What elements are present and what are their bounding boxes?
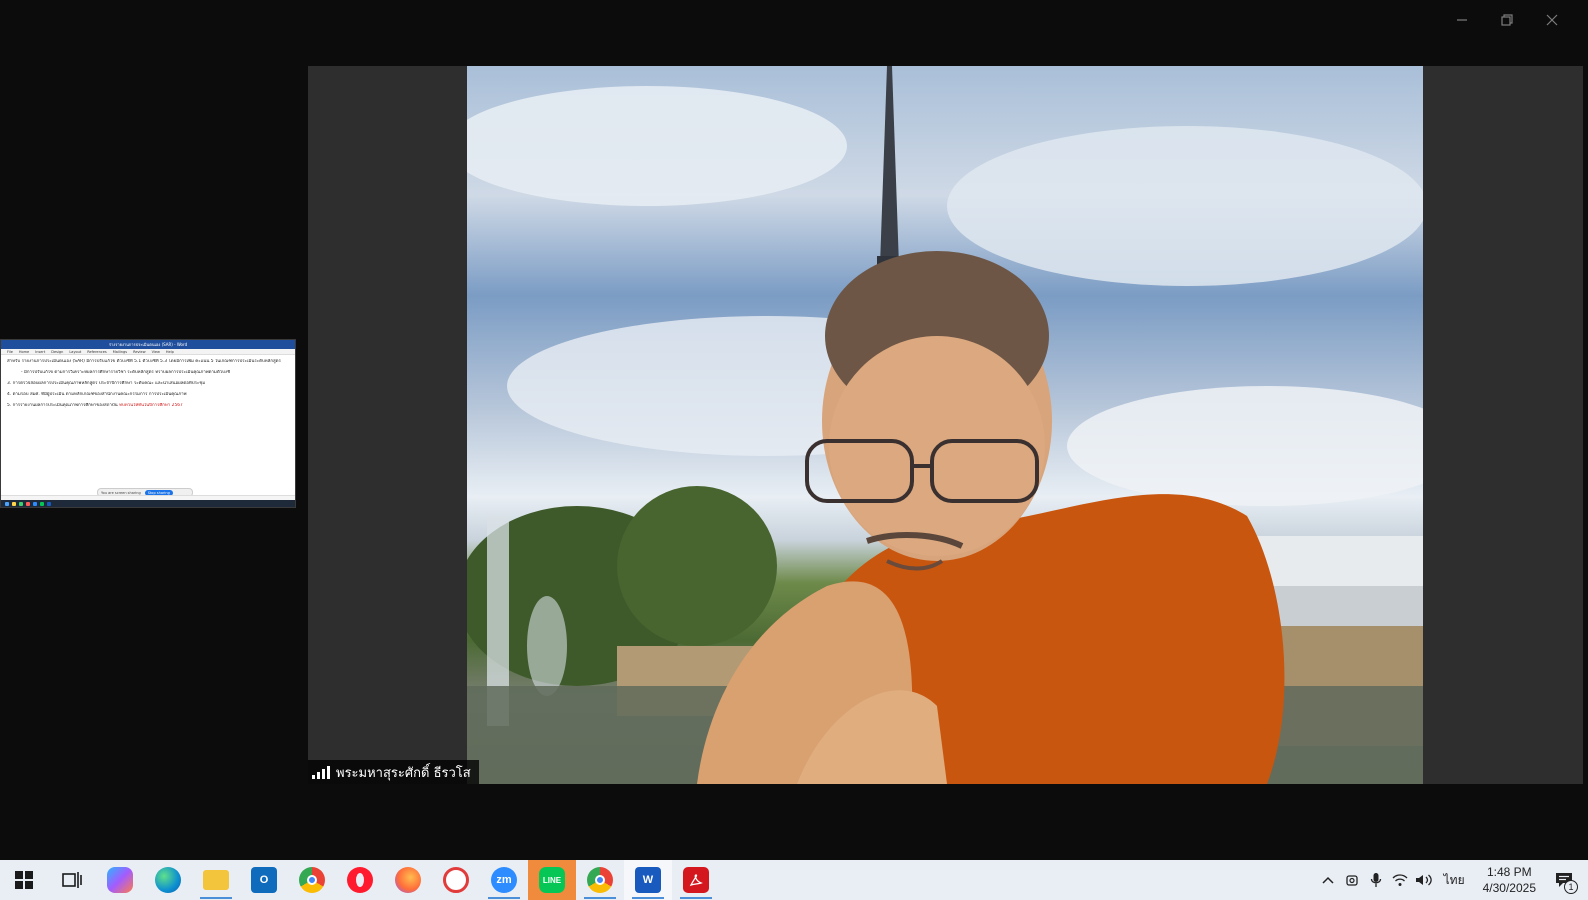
thumb-tab: Mailings	[112, 349, 128, 354]
active-speaker-stage[interactable]: พระมหาสุระศักดิ์ ธีรวโส	[308, 66, 1583, 784]
signal-strength-icon	[312, 765, 330, 779]
line-icon: LINE	[539, 867, 565, 893]
thumb-doc-line: 5. การรายงานผลการประเมินคุณภาพการศึกษาขอ…	[7, 403, 289, 409]
task-view-button[interactable]	[48, 860, 96, 900]
screen-share-thumbnail[interactable]: ร่างรายงานการประเมินตนเอง (SAR) - Word F…	[0, 339, 296, 508]
thumb-tab: Design	[51, 349, 64, 354]
taskbar-edge[interactable]	[144, 860, 192, 900]
windows-taskbar: O zm LINE W ไทย 1:48 PM 4/30/2025 1	[0, 860, 1588, 900]
tray-volume[interactable]	[1412, 860, 1436, 900]
thumb-share-text: You are screen sharing	[101, 490, 141, 495]
restore-button[interactable]	[1492, 8, 1522, 32]
taskbar-chrome-profile[interactable]	[576, 860, 624, 900]
copilot-icon	[107, 867, 133, 893]
taskbar-line[interactable]: LINE	[528, 860, 576, 900]
microphone-icon	[1370, 873, 1381, 887]
thumb-tab: Help	[165, 349, 174, 354]
thumb-tab: Insert	[35, 349, 46, 354]
task-view-icon	[62, 872, 82, 888]
video-frame-image	[467, 66, 1423, 784]
app-ring-icon	[443, 867, 469, 893]
close-icon	[1546, 14, 1558, 26]
taskbar-chrome[interactable]	[288, 860, 336, 900]
chrome-icon	[299, 867, 325, 893]
taskbar-outlook[interactable]: O	[240, 860, 288, 900]
taskbar-copilot[interactable]	[96, 860, 144, 900]
thumb-tab: References	[87, 349, 107, 354]
taskbar-zoom[interactable]: zm	[480, 860, 528, 900]
thumb-tab: Review	[133, 349, 146, 354]
tray-network[interactable]	[1388, 860, 1412, 900]
acrobat-icon	[683, 867, 709, 893]
clock-date: 4/30/2025	[1482, 881, 1536, 895]
wifi-icon	[1392, 874, 1408, 886]
participant-video	[467, 66, 1423, 784]
tray-microphone[interactable]	[1364, 860, 1388, 900]
thumb-doc-line: 3. การตรวจสอบผลการประเมินคุณภาพหลักสูตร …	[7, 381, 206, 386]
system-tray: ไทย 1:48 PM 4/30/2025 1	[1316, 860, 1588, 900]
thumb-doc-line: - มีการปรับแก้ไข ตามการวิเคราะห์ผลการศึก…	[21, 370, 231, 375]
minimize-button[interactable]	[1447, 8, 1477, 32]
thumb-doc-text: 5. การรายงานผลการประเมินคุณภาพการศึกษาขอ…	[7, 403, 118, 408]
word-icon: W	[635, 867, 661, 893]
app-root: พระมหาสุระศักดิ์ ธีรวโส ร่างรายงานการประ…	[0, 0, 1588, 900]
start-button[interactable]	[0, 860, 48, 900]
thumb-window-title: ร่างรายงานการประเมินตนเอง (SAR) - Word	[1, 340, 295, 349]
participant-name: พระมหาสุระศักดิ์ ธีรวโส	[336, 765, 471, 781]
zoom-icon: zm	[491, 867, 517, 893]
edge-icon	[155, 867, 181, 893]
input-language-indicator[interactable]: ไทย	[1436, 871, 1473, 890]
taskbar-red-app[interactable]	[432, 860, 480, 900]
folder-icon	[203, 870, 229, 890]
firefox-icon	[395, 867, 421, 893]
notification-count-badge: 1	[1564, 880, 1578, 894]
taskbar-word[interactable]: W	[624, 860, 672, 900]
taskbar-acrobat[interactable]	[672, 860, 720, 900]
close-button[interactable]	[1537, 8, 1567, 32]
chrome-profile-icon	[587, 867, 613, 893]
clock-time: 1:48 PM	[1486, 865, 1532, 879]
background-faint-text	[40, 853, 460, 859]
taskbar-firefox[interactable]	[384, 860, 432, 900]
restore-icon	[1501, 14, 1513, 26]
thumb-tab: File	[7, 349, 13, 354]
chevron-up-icon	[1322, 876, 1334, 884]
speaker-icon	[1415, 874, 1432, 886]
opera-icon	[347, 867, 373, 893]
show-hidden-icons-button[interactable]	[1316, 860, 1340, 900]
taskbar-file-explorer[interactable]	[192, 860, 240, 900]
minimize-icon	[1457, 19, 1467, 21]
outlook-icon: O	[251, 867, 277, 893]
tray-camera[interactable]	[1340, 860, 1364, 900]
camera-icon	[1345, 875, 1358, 886]
notification-center-button[interactable]: 1	[1546, 860, 1582, 900]
thumb-doc-line: 4. ตามรอบ สมศ. ที่มีผู้ประเมิน ตามหลักเก…	[7, 392, 187, 397]
participant-name-tag: พระมหาสุระศักดิ์ ธีรวโส	[308, 760, 479, 784]
taskbar-opera[interactable]	[336, 860, 384, 900]
thumb-taskbar	[1, 500, 295, 507]
acrobat-glyph-icon	[689, 874, 703, 887]
thumb-tab: Layout	[69, 349, 82, 354]
thumb-tab: Home	[18, 349, 30, 354]
thumb-doc-line: สำหรับ รายงานการประเมินตนเอง (SAR) มีการ…	[7, 359, 281, 364]
taskbar-clock[interactable]: 1:48 PM 4/30/2025	[1473, 864, 1546, 896]
windows-logo-icon	[15, 871, 33, 889]
thumb-tab: View	[151, 349, 160, 354]
thumb-document-body: สำหรับ รายงานการประเมินตนเอง (SAR) มีการ…	[1, 355, 295, 418]
thumb-red-text: ทบทวนให้ทันในปีการศึกษา 2567	[119, 403, 183, 408]
